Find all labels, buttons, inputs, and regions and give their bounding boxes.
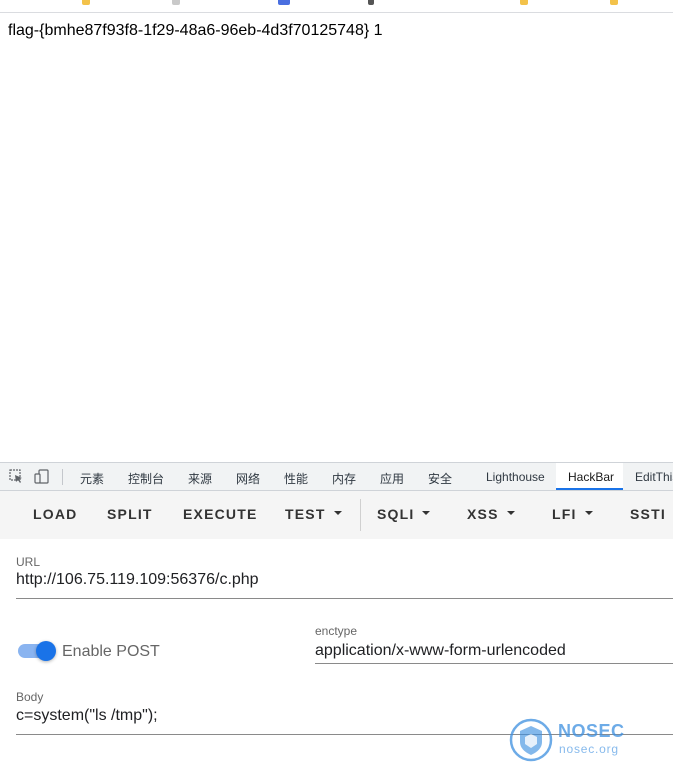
bookmarks-bar-edge — [0, 0, 673, 13]
url-label: URL — [16, 555, 41, 569]
split-button-label: SPLIT — [107, 506, 153, 522]
body-input[interactable]: c=system("ls /tmp"); — [16, 707, 158, 725]
device-toolbar-icon[interactable] — [34, 469, 49, 484]
nosec-logo-icon — [509, 718, 553, 762]
tab-sources[interactable]: 来源 — [188, 470, 212, 487]
chevron-down-icon — [422, 511, 431, 516]
tab-network[interactable]: 网络 — [236, 470, 260, 487]
body-label: Body — [16, 690, 44, 704]
enctype-underline — [315, 663, 673, 664]
tab-application[interactable]: 应用 — [380, 470, 404, 487]
watermark-domain: nosec.org — [559, 742, 619, 756]
ssti-button-label: SSTI — [630, 506, 666, 522]
lfi-dropdown-button[interactable]: LFI — [552, 506, 593, 522]
tab-console[interactable]: 控制台 — [128, 470, 164, 487]
bookmark-folder-icon[interactable] — [610, 0, 618, 5]
url-input[interactable]: http://106.75.119.109:56376/c.php — [16, 571, 259, 589]
ssti-button[interactable]: SSTI — [630, 506, 666, 522]
page-output-text: flag-{bmhe87f93f8-1f29-48a6-96eb-4d3f701… — [8, 22, 383, 39]
lfi-button-label: LFI — [552, 506, 577, 522]
toolbar-divider — [360, 499, 361, 531]
tab-editthis[interactable]: EditThis — [635, 470, 673, 484]
chevron-down-icon — [506, 511, 515, 516]
toggle-knob — [36, 641, 56, 661]
test-dropdown-button[interactable]: TEST — [285, 506, 342, 522]
xss-dropdown-button[interactable]: XSS — [467, 506, 515, 522]
split-button[interactable]: SPLIT — [107, 506, 153, 522]
devtools-panel: 元素 控制台 来源 网络 性能 内存 应用 安全 Lighthouse Hack… — [0, 462, 673, 783]
execute-button-label: EXECUTE — [183, 506, 258, 522]
hackbar-toolbar: LOAD SPLIT EXECUTE TEST SQLI XSS LFI SST… — [0, 491, 673, 539]
tab-lighthouse[interactable]: Lighthouse — [486, 470, 545, 484]
tab-memory[interactable]: 内存 — [332, 470, 356, 487]
devtools-tabbar: 元素 控制台 来源 网络 性能 内存 应用 安全 Lighthouse Hack… — [0, 463, 673, 491]
tab-elements[interactable]: 元素 — [80, 470, 104, 487]
url-input-underline — [16, 598, 673, 599]
inspect-element-icon[interactable] — [9, 469, 24, 484]
bookmark-icon[interactable] — [172, 0, 180, 5]
tab-security[interactable]: 安全 — [428, 470, 452, 487]
bookmark-folder-icon[interactable] — [520, 0, 528, 5]
nosec-watermark: NOSEC nosec.org — [508, 715, 633, 765]
tab-performance[interactable]: 性能 — [284, 470, 308, 487]
bookmark-folder-icon[interactable] — [82, 0, 90, 5]
enable-post-label: Enable POST — [62, 643, 160, 660]
tabbar-divider — [62, 469, 63, 485]
bookmark-icon[interactable] — [278, 0, 290, 5]
watermark-brand: NOSEC — [558, 721, 625, 741]
execute-button[interactable]: EXECUTE — [183, 506, 258, 522]
enctype-label: enctype — [315, 624, 358, 638]
load-button-label: LOAD — [33, 506, 78, 522]
tab-hackbar[interactable]: HackBar — [568, 470, 614, 484]
load-button[interactable]: LOAD — [33, 506, 77, 522]
xss-button-label: XSS — [467, 506, 499, 522]
browser-page: flag-{bmhe87f93f8-1f29-48a6-96eb-4d3f701… — [0, 0, 673, 783]
test-button-label: TEST — [285, 506, 326, 522]
sqli-dropdown-button[interactable]: SQLI — [377, 506, 431, 522]
enable-post-toggle[interactable] — [18, 641, 56, 661]
chevron-down-icon — [333, 511, 342, 516]
enctype-select[interactable]: application/x-www-form-urlencoded — [315, 642, 566, 660]
bookmark-icon[interactable] — [368, 0, 374, 5]
sqli-button-label: SQLI — [377, 506, 415, 522]
chevron-down-icon — [584, 511, 593, 516]
